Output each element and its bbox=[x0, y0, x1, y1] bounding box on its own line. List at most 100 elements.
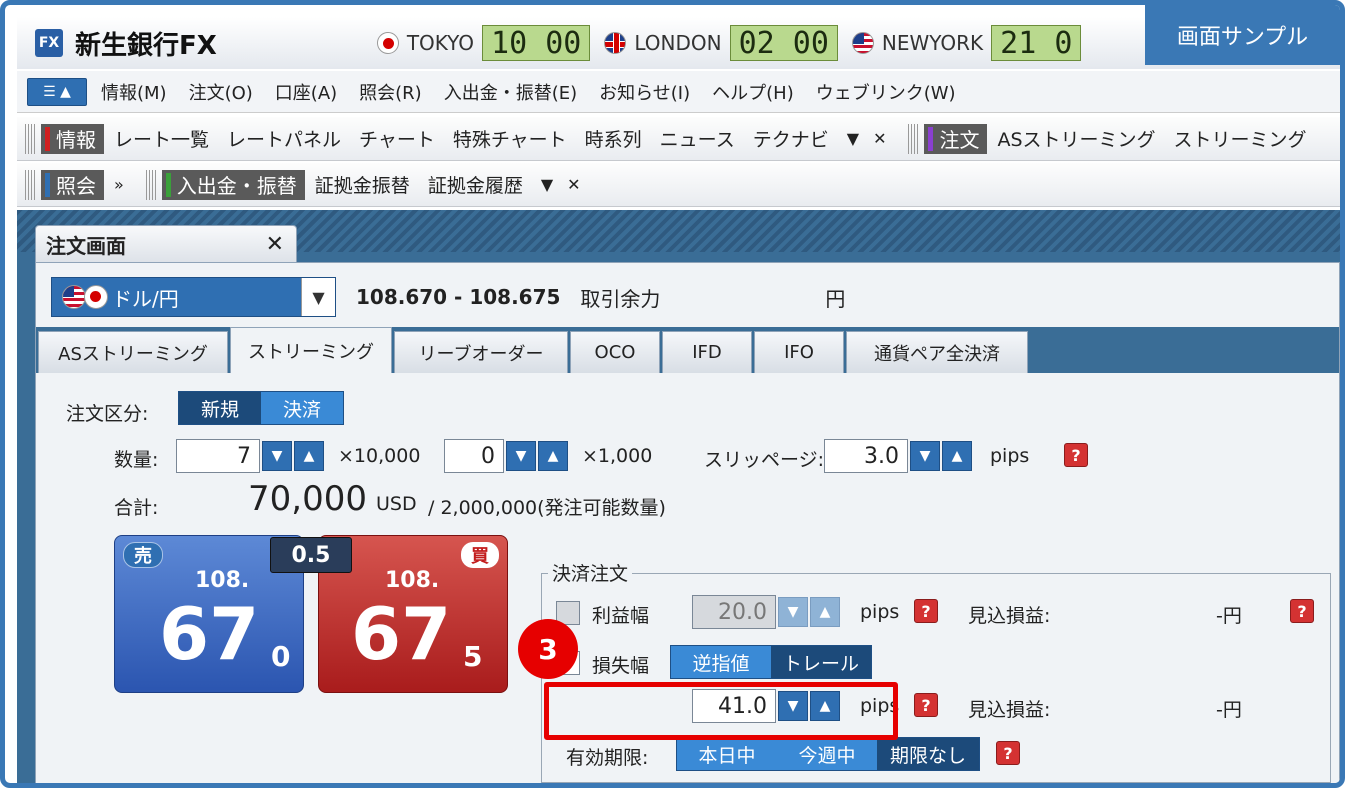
quantity-input[interactable]: 7 bbox=[176, 439, 260, 473]
toolbar-grip-icon[interactable] bbox=[25, 169, 35, 200]
quantity-small-input[interactable]: 0 bbox=[444, 439, 504, 473]
expiry-today-button[interactable]: 本日中 bbox=[677, 738, 777, 770]
profit-label: 利益幅 bbox=[592, 605, 650, 627]
chevron-down-icon[interactable]: ▼ bbox=[541, 175, 553, 194]
chevron-down-icon[interactable]: ▼ bbox=[301, 278, 335, 316]
clock-city: NEWYORK bbox=[881, 31, 984, 55]
window-tab-order[interactable]: 注文画面 ✕ bbox=[35, 225, 297, 263]
toolbar-item-rate-list[interactable]: レート一覧 bbox=[114, 125, 209, 152]
toolbar-group-inquiry: 照会 bbox=[41, 169, 104, 200]
help-icon[interactable]: ? bbox=[996, 741, 1020, 765]
order-form: 注文区分: 新規 決済 数量: 7 ▼ ▲ ×10,000 0 ▼ ▲ ×1,0… bbox=[36, 373, 1339, 783]
expiry-none-button[interactable]: 期限なし bbox=[877, 738, 979, 770]
currency-pair-name: ドル/円 bbox=[112, 286, 179, 311]
workspace: 注文画面 ✕ ドル/円 ▼ 108.670 - 108.675 取引余力 円 A… bbox=[17, 210, 1340, 783]
flag-us-icon bbox=[851, 32, 874, 54]
loss-label: 損失幅 bbox=[592, 655, 650, 677]
quantity-down-button[interactable]: ▼ bbox=[262, 441, 292, 471]
help-icon[interactable]: ? bbox=[1290, 599, 1314, 623]
total-label: 合計: bbox=[114, 497, 159, 519]
toolbar-item-special-chart[interactable]: 特殊チャート bbox=[453, 125, 567, 152]
flag-us-icon bbox=[62, 285, 86, 309]
close-icon[interactable]: ✕ bbox=[567, 175, 580, 194]
toolbar-info-order: 情報 レート一覧 レートパネル チャート 特殊チャート 時系列 ニュース テクナ… bbox=[17, 117, 1340, 161]
tab-streaming[interactable]: ストリーミング bbox=[230, 327, 392, 373]
menu-inquiry[interactable]: 照会(R) bbox=[359, 79, 422, 105]
fx-logo-icon: FX bbox=[35, 29, 63, 57]
window-title: 注文画面 bbox=[46, 234, 126, 258]
slippage-label: スリッページ: bbox=[704, 449, 825, 471]
profit-input[interactable]: 20.0 bbox=[692, 595, 776, 629]
toolbar-item-margin-transfer[interactable]: 証拠金振替 bbox=[315, 171, 410, 198]
menu-info[interactable]: 情報(M) bbox=[101, 79, 167, 105]
profit-down-button[interactable]: ▼ bbox=[778, 597, 808, 627]
toolbar-grip-icon[interactable] bbox=[25, 123, 35, 154]
buy-price-head: 108. bbox=[385, 568, 440, 593]
menu-weblink[interactable]: ウェブリンク(W) bbox=[816, 79, 956, 105]
buy-tag: 買 bbox=[461, 542, 499, 568]
clock-tokyo: TOKYO 10 00 bbox=[376, 25, 591, 61]
spread-value: 0.5 bbox=[270, 537, 352, 573]
app-title: 新生銀行FX bbox=[75, 30, 217, 61]
loss-mode-trail-button[interactable]: トレール bbox=[771, 646, 871, 678]
expiry-week-button[interactable]: 今週中 bbox=[777, 738, 877, 770]
quantity-up-button[interactable]: ▲ bbox=[294, 441, 324, 471]
clock-london: LONDON 02 00 bbox=[604, 25, 838, 61]
tab-as-streaming[interactable]: ASストリーミング bbox=[38, 331, 228, 373]
order-type-new-button[interactable]: 新規 bbox=[179, 392, 261, 424]
order-window: ドル/円 ▼ 108.670 - 108.675 取引余力 円 ASストリーミン… bbox=[35, 262, 1340, 783]
toolbar-item-technavi[interactable]: テクナビ bbox=[753, 125, 829, 152]
toolbar-group-label: 入出金・振替 bbox=[176, 174, 297, 198]
total-max-quantity: / 2,000,000(発注可能数量) bbox=[428, 497, 666, 519]
help-icon[interactable]: ? bbox=[914, 693, 938, 717]
order-type-settle-button[interactable]: 決済 bbox=[261, 392, 343, 424]
flag-uk-icon bbox=[604, 32, 627, 54]
world-clocks: TOKYO 10 00 LONDON 02 00 NEWYORK 21 0 bbox=[376, 25, 1088, 61]
menu-deposit[interactable]: 入出金・振替(E) bbox=[444, 79, 577, 105]
currency-pair-select[interactable]: ドル/円 ▼ bbox=[51, 277, 336, 317]
toolbar-item-chart[interactable]: チャート bbox=[359, 125, 435, 152]
menu-order[interactable]: 注文(O) bbox=[189, 79, 253, 105]
expiry-label: 有効期限: bbox=[566, 747, 649, 769]
toolbar-item-as-streaming[interactable]: ASストリーミング bbox=[997, 125, 1155, 152]
toolbar-item-timeseries[interactable]: 時系列 bbox=[585, 125, 642, 152]
buy-price-big: 67 bbox=[351, 592, 452, 676]
tab-oco[interactable]: OCO bbox=[570, 331, 660, 373]
toolbar-item-rate-panel[interactable]: レートパネル bbox=[227, 125, 341, 152]
toolbar-group-info: 情報 bbox=[41, 123, 104, 154]
tab-ifo[interactable]: IFO bbox=[754, 331, 844, 373]
menu-help[interactable]: ヘルプ(H) bbox=[712, 79, 794, 105]
close-icon[interactable]: ✕ bbox=[266, 232, 284, 257]
chevron-right-icon[interactable]: » bbox=[114, 175, 124, 194]
clock-city: LONDON bbox=[634, 31, 722, 55]
close-icon[interactable]: ✕ bbox=[873, 129, 886, 148]
toolbar-grip-icon[interactable] bbox=[908, 123, 919, 154]
menu-toggle-button[interactable]: ☰ ▲ bbox=[27, 77, 87, 106]
slippage-up-button[interactable]: ▲ bbox=[942, 441, 972, 471]
pair-row: ドル/円 ▼ 108.670 - 108.675 取引余力 円 bbox=[51, 277, 845, 317]
screenshot-frame: 画面サンプル FX 新生銀行FX TOKYO 10 00 LONDON 02 0… bbox=[0, 0, 1345, 788]
toolbar-group-deposit: 入出金・振替 bbox=[161, 169, 305, 200]
total-value: 70,000 bbox=[248, 479, 367, 519]
tab-close-all[interactable]: 通貨ペア全決済 bbox=[846, 331, 1028, 373]
menu-notice[interactable]: お知らせ(I) bbox=[599, 79, 690, 105]
toolbar-grip-icon[interactable] bbox=[145, 169, 156, 200]
loss-mode-stop-button[interactable]: 逆指値 bbox=[671, 646, 771, 678]
tab-ifd[interactable]: IFD bbox=[662, 331, 752, 373]
slippage-input[interactable]: 3.0 bbox=[824, 439, 908, 473]
slippage-down-button[interactable]: ▼ bbox=[910, 441, 940, 471]
toolbar-item-margin-history[interactable]: 証拠金履歴 bbox=[428, 171, 523, 198]
help-icon[interactable]: ? bbox=[1064, 443, 1088, 467]
toolbar-group-label: 情報 bbox=[56, 128, 96, 152]
tab-leave-order[interactable]: リーブオーダー bbox=[394, 331, 568, 373]
chevron-down-icon[interactable]: ▼ bbox=[847, 129, 859, 148]
profit-up-button[interactable]: ▲ bbox=[810, 597, 840, 627]
help-icon[interactable]: ? bbox=[914, 599, 938, 623]
toolbar-item-streaming[interactable]: ストリーミング bbox=[1174, 125, 1307, 152]
quantity-small-up-button[interactable]: ▲ bbox=[538, 441, 568, 471]
toolbar-item-news[interactable]: ニュース bbox=[660, 125, 735, 152]
quantity-small-unit: ×1,000 bbox=[582, 445, 653, 467]
menu-account[interactable]: 口座(A) bbox=[275, 79, 337, 105]
quantity-small-down-button[interactable]: ▼ bbox=[506, 441, 536, 471]
clock-newyork: NEWYORK 21 0 bbox=[851, 25, 1082, 61]
